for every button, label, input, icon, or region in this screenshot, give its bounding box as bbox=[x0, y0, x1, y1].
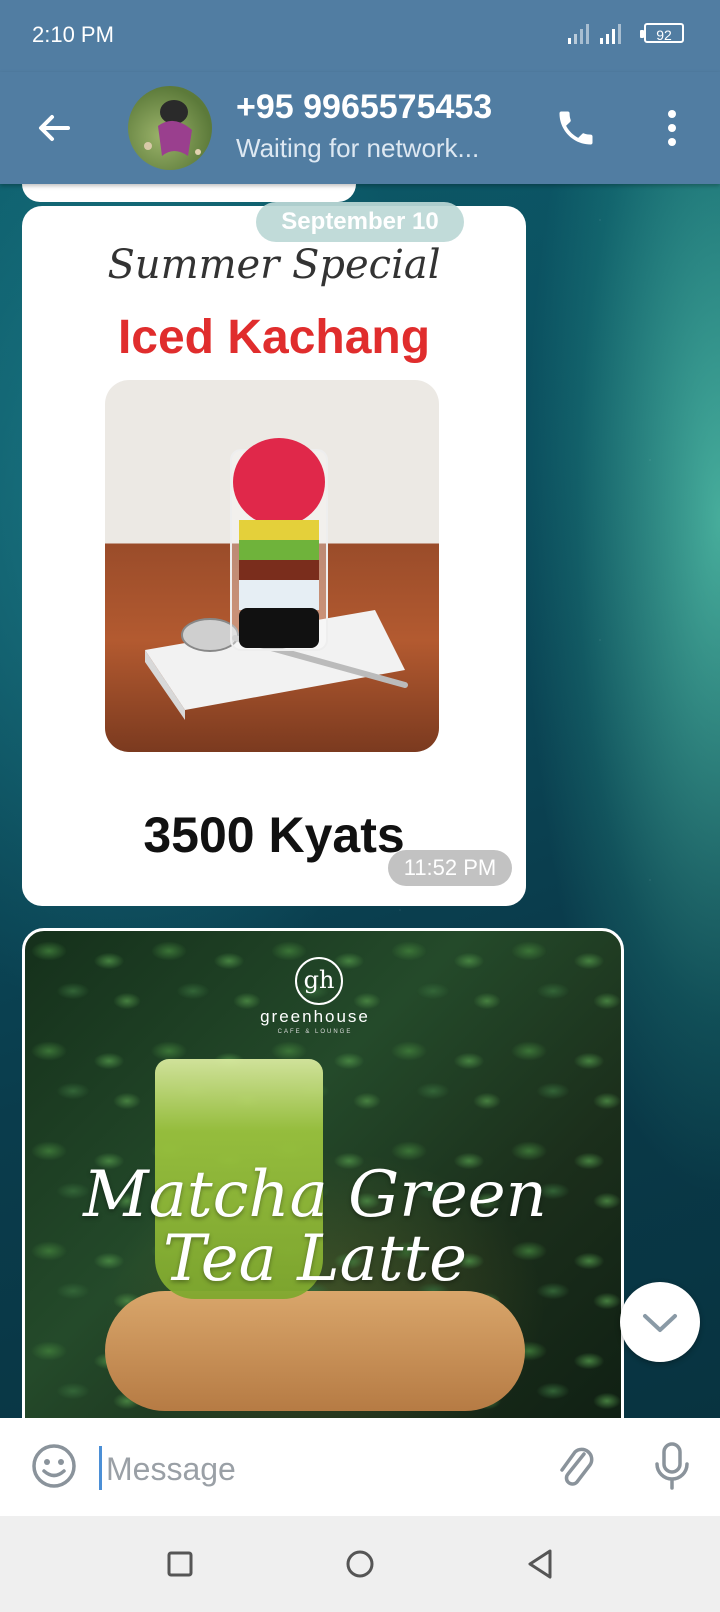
brand-subtitle: CAFE & LOUNGE bbox=[277, 1029, 353, 1035]
phone-call-icon[interactable] bbox=[554, 106, 598, 150]
promo-title: Iced Kachang bbox=[117, 311, 431, 364]
previous-message-bubble[interactable] bbox=[22, 184, 356, 202]
message-list[interactable]: September 10 Summer Special Iced Kachang… bbox=[0, 184, 720, 1418]
signal-icon bbox=[568, 24, 589, 44]
microphone-icon[interactable] bbox=[652, 1440, 692, 1492]
message-composer bbox=[0, 1418, 720, 1516]
more-options-icon[interactable] bbox=[660, 106, 684, 150]
image-message-iced-kachang[interactable]: Summer Special Iced Kachang 3500 Kyats 1… bbox=[22, 206, 526, 906]
home-circle-icon[interactable] bbox=[338, 1542, 382, 1586]
status-bar: 2:10 PM 92 bbox=[0, 0, 720, 72]
avatar[interactable] bbox=[128, 86, 212, 170]
greenhouse-logo: gh bbox=[295, 957, 343, 1005]
wooden-tray bbox=[105, 1291, 525, 1411]
chevron-down-icon bbox=[643, 1314, 677, 1332]
recents-square-icon[interactable] bbox=[158, 1542, 202, 1586]
signal-icon-2 bbox=[600, 24, 621, 44]
drink-title-line2: Tea Latte bbox=[162, 1222, 468, 1296]
message-input[interactable] bbox=[104, 1438, 528, 1500]
system-navigation-bar bbox=[0, 1516, 720, 1612]
image-message-matcha-latte[interactable]: gh greenhouse CAFE & LOUNGE Matcha Green… bbox=[22, 928, 624, 1418]
attach-icon[interactable] bbox=[554, 1440, 598, 1492]
text-cursor bbox=[99, 1446, 102, 1490]
date-separator: September 10 bbox=[256, 202, 464, 242]
drink-title-line1: Matcha Green bbox=[83, 1158, 547, 1232]
message-timestamp: 11:52 PM bbox=[388, 850, 512, 886]
dessert-photo bbox=[105, 380, 439, 752]
status-time: 2:10 PM bbox=[32, 22, 114, 47]
connection-status: Waiting for network... bbox=[236, 133, 480, 163]
back-triangle-icon[interactable] bbox=[518, 1542, 562, 1586]
emoji-icon[interactable] bbox=[30, 1442, 78, 1490]
drink-title: Matcha Green Tea Latte bbox=[25, 1163, 605, 1291]
battery-icon: 92 bbox=[640, 23, 684, 43]
brand-name: greenhouse bbox=[260, 1007, 370, 1026]
chat-header: +95 9965575453 Waiting for network... bbox=[0, 72, 720, 184]
back-arrow-icon[interactable] bbox=[34, 108, 74, 148]
scroll-to-bottom-button[interactable] bbox=[620, 1282, 700, 1362]
promo-subtitle: Summer Special bbox=[107, 242, 441, 288]
contact-name[interactable]: +95 9965575453 bbox=[236, 88, 492, 127]
